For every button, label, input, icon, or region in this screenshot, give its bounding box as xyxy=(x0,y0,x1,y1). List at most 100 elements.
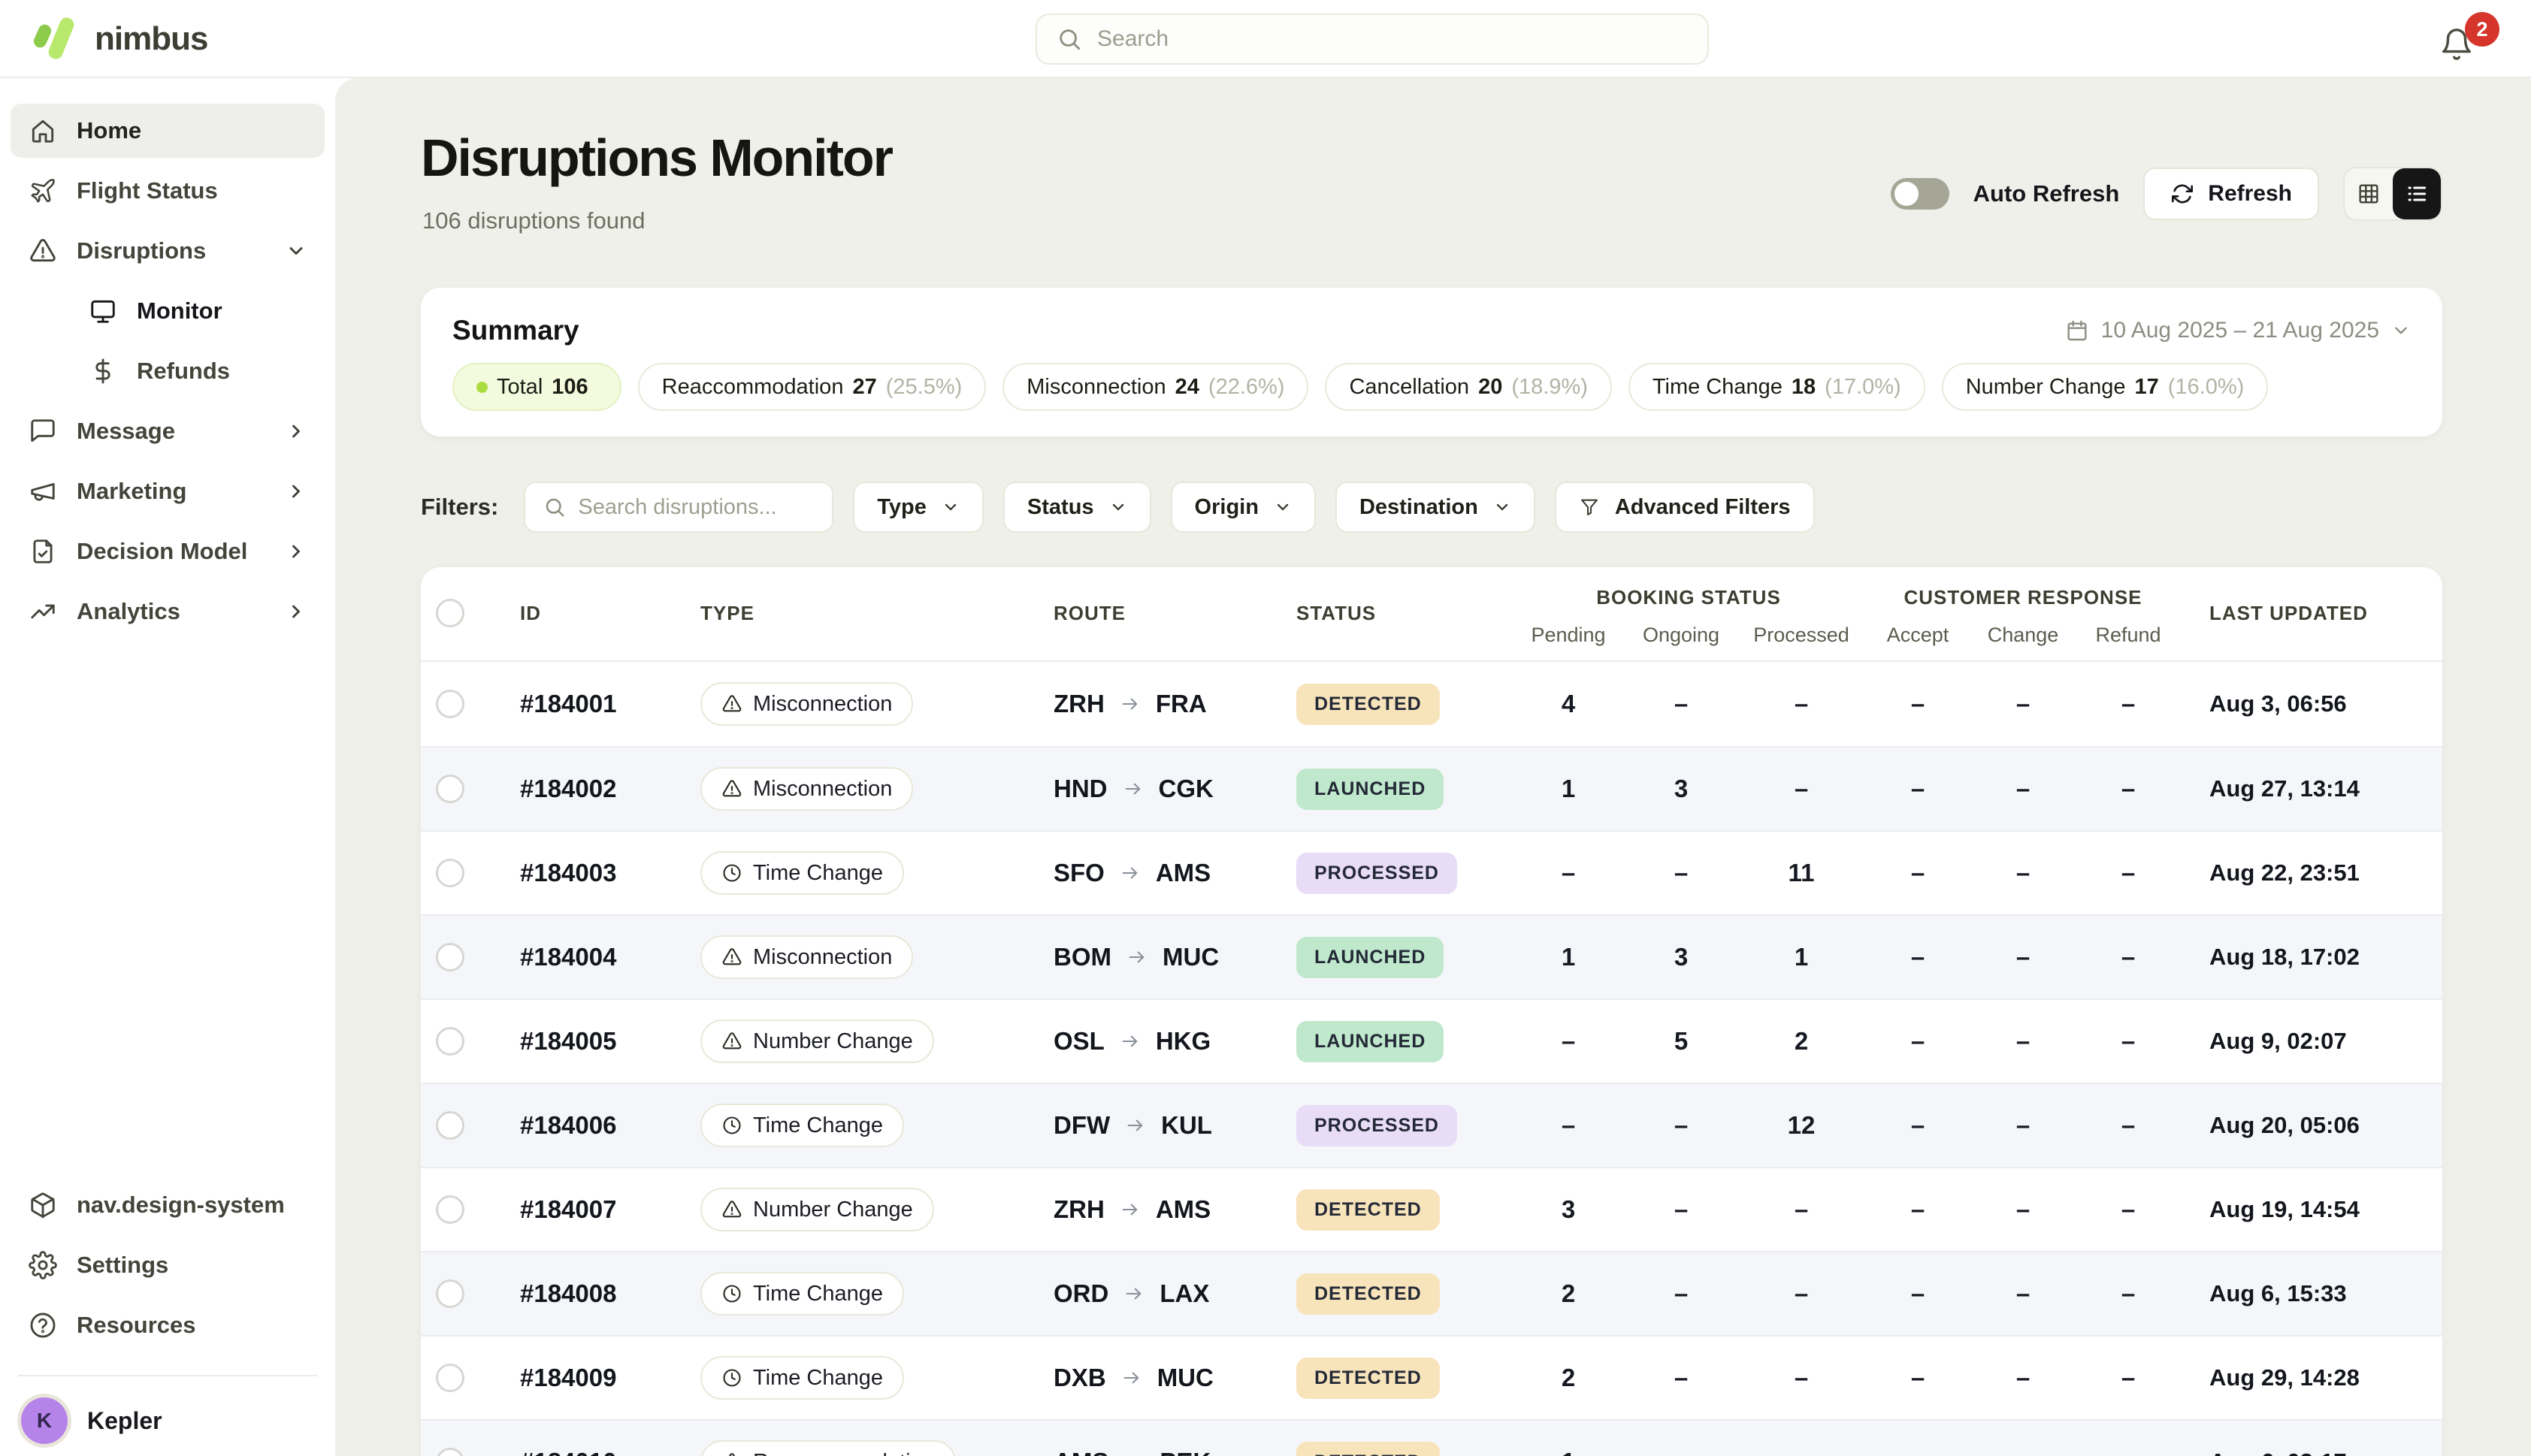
summary-chip[interactable]: Time Change 18 (17.0%) xyxy=(1628,363,1925,411)
list-view-button[interactable] xyxy=(2393,168,2441,219)
sidebar-item-message[interactable]: Message xyxy=(11,404,325,458)
row-checkbox[interactable] xyxy=(436,859,464,887)
type-chip: Misconnection xyxy=(700,682,913,726)
disruptions-table: ID TYPE ROUTE STATUS BOOKING STATUS CUST… xyxy=(421,567,2442,1456)
view-toggle xyxy=(2343,167,2442,221)
select-all-checkbox[interactable] xyxy=(436,599,464,627)
sidebar-item-label: Disruptions xyxy=(77,237,206,264)
table-row[interactable]: #184005 Number Change OSL HKG LAUNCHED –… xyxy=(421,998,2442,1083)
summary-chip[interactable]: Cancellation 20 (18.9%) xyxy=(1325,363,1611,411)
table-row[interactable]: #184006 Time Change DFW KUL PROCESSED – … xyxy=(421,1083,2442,1167)
sidebar-item-decision-model[interactable]: Decision Model xyxy=(11,524,325,578)
clock-icon xyxy=(721,1115,742,1136)
row-checkbox[interactable] xyxy=(436,775,464,803)
sidebar-item-design-system[interactable]: nav.design-system xyxy=(11,1178,325,1232)
sidebar-item-marketing[interactable]: Marketing xyxy=(11,464,325,518)
type-label: Time Change xyxy=(753,1366,883,1391)
sidebar-item-monitor[interactable]: Monitor xyxy=(11,284,325,338)
type-label: Misconnection xyxy=(753,945,892,970)
row-checkbox[interactable] xyxy=(436,690,464,718)
table-row[interactable]: #184007 Number Change ZRH AMS DETECTED 3… xyxy=(421,1167,2442,1251)
filters-label: Filters: xyxy=(421,494,498,521)
sidebar-item-label: Settings xyxy=(77,1252,168,1279)
notifications-button[interactable]: 2 xyxy=(2432,17,2499,69)
filters-bar: Filters: Type Status Origin Destination … xyxy=(421,482,1815,533)
grid-view-button[interactable] xyxy=(2345,168,2393,219)
destination-filter-dropdown[interactable]: Destination xyxy=(1335,482,1535,533)
sidebar-item-refunds[interactable]: Refunds xyxy=(11,344,325,398)
arrow-right-icon xyxy=(1123,1283,1145,1304)
table-row[interactable]: #184002 Misconnection HND CGK LAUNCHED 1… xyxy=(421,746,2442,830)
table-row[interactable]: #184004 Misconnection BOM MUC LAUNCHED 1… xyxy=(421,914,2442,998)
change-count: – xyxy=(1970,943,2076,971)
type-chip: Misconnection xyxy=(700,767,913,811)
table-row[interactable]: #184008 Time Change ORD LAX DETECTED 2 –… xyxy=(421,1251,2442,1335)
arrow-right-icon xyxy=(1123,1451,1145,1456)
sidebar-item-resources[interactable]: Resources xyxy=(11,1298,325,1352)
disruption-id: #184010 xyxy=(520,1448,700,1456)
sidebar-item-flight-status[interactable]: Flight Status xyxy=(11,164,325,218)
summary-chip[interactable]: Misconnection 24 (22.6%) xyxy=(1002,363,1308,411)
status-badge: PROCESSED xyxy=(1296,853,1457,894)
table-row[interactable]: #184001 Misconnection ZRH FRA DETECTED 4… xyxy=(421,662,2442,746)
status-badge: LAUNCHED xyxy=(1296,1021,1444,1062)
table-row[interactable]: #184010 Reaccommodation AMS PEK DETECTED… xyxy=(421,1419,2442,1456)
chevron-right-icon xyxy=(286,541,307,562)
type-label: Misconnection xyxy=(753,692,892,717)
global-search-input[interactable] xyxy=(1097,26,1688,52)
sidebar-item-home[interactable]: Home xyxy=(11,104,325,158)
row-checkbox[interactable] xyxy=(436,943,464,971)
cube-icon xyxy=(29,1191,57,1219)
origin-code: OSL xyxy=(1054,1027,1105,1056)
sidebar-item-disruptions[interactable]: Disruptions xyxy=(11,224,325,278)
date-range-picker[interactable]: 10 Aug 2025 – 21 Aug 2025 xyxy=(2065,318,2411,343)
disruption-search[interactable] xyxy=(524,482,833,533)
disruption-id: #184008 xyxy=(520,1279,700,1308)
summary-title: Summary xyxy=(452,315,579,346)
row-checkbox[interactable] xyxy=(436,1027,464,1056)
summary-card: Summary 10 Aug 2025 – 21 Aug 2025 Total … xyxy=(421,288,2442,436)
global-search[interactable] xyxy=(1036,14,1709,65)
table-row[interactable]: #184003 Time Change SFO AMS PROCESSED – … xyxy=(421,830,2442,914)
row-checkbox[interactable] xyxy=(436,1279,464,1308)
summary-chip[interactable]: Number Change 17 (16.0%) xyxy=(1942,363,2269,411)
pending-count: 2 xyxy=(1512,1364,1625,1392)
origin-code: HND xyxy=(1054,775,1108,803)
sidebar-item-analytics[interactable]: Analytics xyxy=(11,585,325,639)
arrow-right-icon xyxy=(1126,947,1148,968)
row-checkbox[interactable] xyxy=(436,1195,464,1224)
accept-count: – xyxy=(1865,775,1970,803)
row-checkbox[interactable] xyxy=(436,1364,464,1392)
arrow-right-icon xyxy=(1125,1115,1146,1136)
destination-code: AMS xyxy=(1156,859,1211,887)
summary-chip[interactable]: Total 106 xyxy=(452,363,621,411)
pending-count: 3 xyxy=(1512,1195,1625,1224)
user-menu[interactable]: K Kepler xyxy=(11,1393,325,1444)
summary-chip[interactable]: Reaccommodation 27 (25.5%) xyxy=(638,363,987,411)
sidebar-item-label: nav.design-system xyxy=(77,1192,285,1219)
refresh-button[interactable]: Refresh xyxy=(2143,168,2319,220)
sidebar-item-settings[interactable]: Settings xyxy=(11,1238,325,1292)
chevron-down-icon xyxy=(2391,321,2411,340)
row-checkbox[interactable] xyxy=(436,1448,464,1456)
advanced-filters-button[interactable]: Advanced Filters xyxy=(1555,482,1815,533)
row-checkbox[interactable] xyxy=(436,1111,464,1140)
type-filter-dropdown[interactable]: Type xyxy=(853,482,984,533)
table-row[interactable]: #184009 Time Change DXB MUC DETECTED 2 –… xyxy=(421,1335,2442,1419)
disruption-search-input[interactable] xyxy=(578,495,814,520)
last-updated: Aug 22, 23:51 xyxy=(2181,859,2427,887)
gear-icon xyxy=(29,1251,57,1279)
origin-filter-dropdown[interactable]: Origin xyxy=(1171,482,1316,533)
change-count: – xyxy=(1970,1448,2076,1456)
auto-refresh-toggle[interactable] xyxy=(1891,178,1949,210)
ongoing-count: – xyxy=(1625,1279,1737,1308)
type-chip: Time Change xyxy=(700,851,904,895)
status-filter-dropdown[interactable]: Status xyxy=(1003,482,1151,533)
origin-code: ZRH xyxy=(1054,1195,1105,1224)
refresh-label: Refresh xyxy=(2208,181,2292,207)
chevron-down-icon xyxy=(1274,498,1292,516)
sidebar-item-label: Monitor xyxy=(137,298,222,325)
warning-triangle-icon xyxy=(29,237,57,265)
accept-count: – xyxy=(1865,1448,1970,1456)
processed-count: 12 xyxy=(1737,1111,1865,1140)
